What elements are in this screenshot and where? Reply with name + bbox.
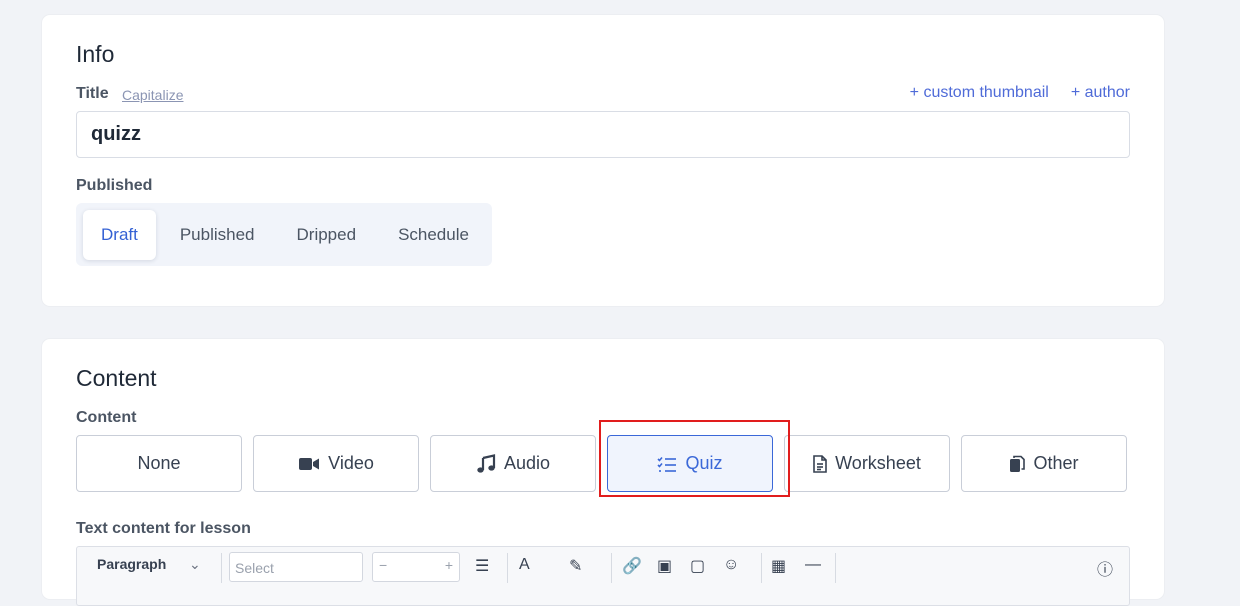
publish-option-draft[interactable]: Draft: [83, 209, 156, 260]
toolbar-divider: [611, 553, 612, 583]
checklist-icon: [657, 456, 677, 472]
copy-icon: [1009, 455, 1026, 473]
info-icon[interactable]: ⓘ: [1097, 556, 1113, 580]
content-type-label: Content: [76, 409, 137, 426]
line-height-icon[interactable]: ☰: [475, 556, 489, 576]
content-type-video-button[interactable]: Video: [253, 435, 419, 492]
editor-toolbar: Paragraph ⌄ Select − + ☰ A ✎ 🔗 ▣ ▢ ☺ ▦ —…: [76, 546, 1130, 606]
content-heading: Content: [76, 365, 157, 391]
content-card: Content Content None Video Audio Quiz Wo…: [42, 339, 1164, 606]
content-type-quiz-button[interactable]: Quiz: [607, 435, 773, 492]
custom-thumbnail-link[interactable]: + custom thumbnail: [910, 84, 1049, 102]
publish-status-segmented-control: Draft Published Dripped Schedule: [76, 203, 492, 266]
content-type-label-other: Other: [1033, 453, 1079, 473]
content-type-label-audio: Audio: [503, 453, 551, 473]
toolbar-divider: [835, 553, 836, 583]
font-select[interactable]: Select: [229, 552, 363, 582]
image-icon[interactable]: ▣: [657, 556, 672, 576]
media-icon[interactable]: ▢: [690, 556, 705, 576]
published-label: Published: [76, 177, 153, 194]
toolbar-divider: [761, 553, 762, 583]
text-content-label: Text content for lesson: [76, 520, 251, 537]
content-type-none-button[interactable]: None: [76, 435, 242, 492]
author-link[interactable]: + author: [1071, 84, 1130, 102]
plus-icon[interactable]: +: [445, 557, 453, 573]
info-heading: Info: [76, 41, 115, 67]
content-type-label-quiz: Quiz: [685, 453, 723, 473]
video-icon: [298, 456, 320, 472]
font-color-icon[interactable]: A: [519, 556, 530, 574]
toolbar-divider: [221, 553, 222, 583]
publish-option-published[interactable]: Published: [162, 210, 273, 260]
content-type-label-worksheet: Worksheet: [835, 453, 921, 473]
highlight-pen-icon[interactable]: ✎: [569, 556, 582, 576]
title-extra-links: + custom thumbnail + author: [910, 84, 1130, 102]
table-icon[interactable]: ▦: [771, 556, 786, 576]
document-icon: [813, 454, 827, 473]
minus-icon[interactable]: −: [379, 557, 387, 573]
title-label: Title: [76, 85, 109, 102]
music-note-icon: [476, 453, 496, 474]
title-input[interactable]: [76, 111, 1130, 158]
link-icon[interactable]: 🔗: [622, 556, 642, 576]
content-type-worksheet-button[interactable]: Worksheet: [784, 435, 950, 492]
publish-option-dripped[interactable]: Dripped: [279, 210, 375, 260]
content-type-label-video: Video: [328, 453, 374, 473]
paragraph-format-dropdown[interactable]: Paragraph: [97, 556, 166, 572]
publish-option-schedule[interactable]: Schedule: [380, 210, 487, 260]
toolbar-divider: [507, 553, 508, 583]
font-size-stepper[interactable]: − +: [372, 552, 460, 582]
chevron-down-icon: ⌄: [189, 556, 201, 572]
info-card: Info Title Capitalize + custom thumbnail…: [42, 15, 1164, 306]
content-type-options: None Video Audio Quiz Worksheet Other: [76, 435, 1127, 492]
content-type-other-button[interactable]: Other: [961, 435, 1127, 492]
capitalize-link[interactable]: Capitalize: [122, 87, 183, 103]
content-type-audio-button[interactable]: Audio: [430, 435, 596, 492]
emoji-icon[interactable]: ☺: [723, 556, 739, 574]
font-select-placeholder: Select: [235, 560, 274, 576]
horizontal-line-icon[interactable]: —: [805, 556, 821, 574]
content-type-label-none: None: [137, 453, 181, 473]
